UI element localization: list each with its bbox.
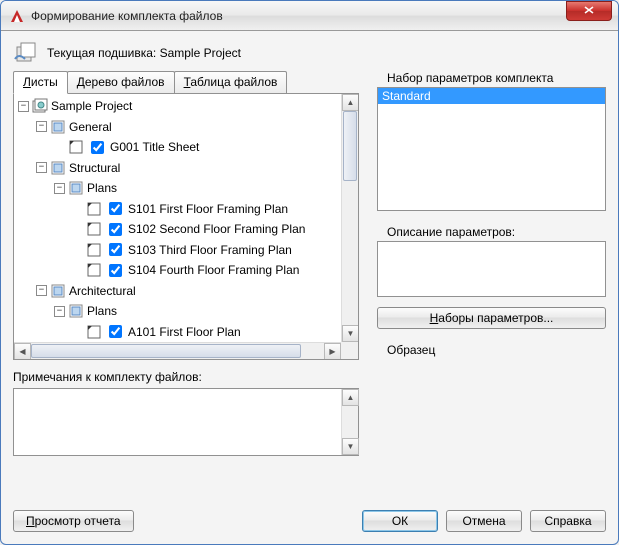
subset-icon xyxy=(50,283,66,299)
scroll-left-icon[interactable]: ◀ xyxy=(14,343,31,360)
scroll-up-icon[interactable]: ▲ xyxy=(342,94,359,111)
scroll-corner xyxy=(341,342,358,359)
notes-vscrollbar[interactable]: ▲ ▼ xyxy=(341,389,358,455)
footer: Просмотр отчета ОК Отмена Справка xyxy=(13,510,606,532)
scroll-thumb[interactable] xyxy=(343,111,357,181)
tabs: Листы Дерево файлов Таблица файлов xyxy=(13,71,359,93)
sheet-icon xyxy=(86,324,102,340)
close-icon xyxy=(584,5,594,17)
app-icon xyxy=(9,8,25,24)
page-setups-button[interactable]: Наборы параметров... xyxy=(377,307,606,329)
bundle-icon xyxy=(13,41,41,65)
tree-sheet[interactable]: A101 First Floor Plan xyxy=(72,322,341,343)
sheet-icon xyxy=(86,262,102,278)
tree-label: Sample Project xyxy=(51,99,132,113)
sheet-checkbox[interactable] xyxy=(91,141,104,154)
tree-general[interactable]: − General xyxy=(36,117,341,138)
setup-listbox[interactable]: Standard xyxy=(377,87,606,211)
header-project: Sample Project xyxy=(160,46,241,60)
tree-sheet[interactable]: S101 First Floor Framing Plan xyxy=(72,199,341,220)
tree-vscrollbar[interactable]: ▲ ▼ xyxy=(341,94,358,342)
tree-pane: − Sample Project − Gen xyxy=(13,93,359,360)
tree-root[interactable]: − Sample Project xyxy=(18,96,341,117)
scroll-down-icon[interactable]: ▼ xyxy=(342,438,359,455)
tree-label: S103 Third Floor Framing Plan xyxy=(128,243,292,257)
tree-label: G001 Title Sheet xyxy=(110,140,199,154)
tree-label: S104 Fourth Floor Framing Plan xyxy=(128,263,299,277)
subset-icon xyxy=(68,180,84,196)
tree-label: S102 Second Floor Framing Plan xyxy=(128,222,305,236)
subset-icon xyxy=(50,160,66,176)
tree-sheet[interactable]: S104 Fourth Floor Framing Plan xyxy=(72,260,341,281)
sheet-checkbox[interactable] xyxy=(109,325,122,338)
tree-hscrollbar[interactable]: ◀ ▶ xyxy=(14,342,341,359)
expander-icon[interactable]: − xyxy=(54,306,65,317)
tree-label: General xyxy=(69,120,112,134)
notes-box: ▲ ▼ xyxy=(13,388,359,456)
scroll-right-icon[interactable]: ▶ xyxy=(324,343,341,360)
cancel-button[interactable]: Отмена xyxy=(446,510,522,532)
scroll-up-icon[interactable]: ▲ xyxy=(342,389,359,406)
setup-item-selected[interactable]: Standard xyxy=(378,88,605,104)
tree-label: A101 First Floor Plan xyxy=(128,325,241,339)
sheet-icon xyxy=(68,139,84,155)
subset-icon xyxy=(50,119,66,135)
tree-label: Plans xyxy=(87,181,117,195)
tree-plans[interactable]: − Plans xyxy=(54,178,341,199)
desc-box xyxy=(377,241,606,297)
tree-label: Plans xyxy=(87,304,117,318)
sheet-checkbox[interactable] xyxy=(109,223,122,236)
tree-label: Architectural xyxy=(69,284,136,298)
tree-plans[interactable]: − Plans xyxy=(54,301,341,322)
window-title: Формирование комплекта файлов xyxy=(31,9,566,23)
sheet-checkbox[interactable] xyxy=(109,202,122,215)
tree-sheet[interactable]: S102 Second Floor Framing Plan xyxy=(72,219,341,240)
header-prefix: Текущая подшивка: xyxy=(47,46,160,60)
tree-label: S101 First Floor Framing Plan xyxy=(128,202,288,216)
sheetset-icon xyxy=(32,98,48,114)
expander-icon[interactable]: − xyxy=(36,285,47,296)
view-report-button[interactable]: Просмотр отчета xyxy=(13,510,134,532)
header-row: Текущая подшивка: Sample Project xyxy=(13,41,606,65)
desc-group-label: Описание параметров: xyxy=(384,225,518,239)
ok-button[interactable]: ОК xyxy=(362,510,438,532)
tab-sheets[interactable]: Листы xyxy=(13,71,68,94)
notes-label: Примечания к комплекту файлов: xyxy=(13,370,359,384)
header-label: Текущая подшивка: Sample Project xyxy=(47,46,241,60)
sample-group-label: Образец xyxy=(384,343,438,357)
dialog-window: Формирование комплекта файлов Текущая по… xyxy=(0,0,619,545)
tree-label: Structural xyxy=(69,161,120,175)
sheet-icon xyxy=(86,221,102,237)
sheet-icon xyxy=(86,242,102,258)
scroll-thumb[interactable] xyxy=(31,344,301,358)
sheet-checkbox[interactable] xyxy=(109,243,122,256)
expander-icon[interactable]: − xyxy=(36,162,47,173)
tree-sheet[interactable]: G001 Title Sheet xyxy=(54,137,341,158)
tree-structural[interactable]: − Structural xyxy=(36,158,341,179)
notes-textarea[interactable] xyxy=(14,389,341,455)
tree[interactable]: − Sample Project − Gen xyxy=(14,94,341,342)
expander-icon[interactable]: − xyxy=(18,101,29,112)
setup-group-label: Набор параметров комплекта xyxy=(384,71,556,85)
close-button[interactable] xyxy=(566,1,612,21)
sheet-icon xyxy=(86,201,102,217)
subset-icon xyxy=(68,303,84,319)
help-button[interactable]: Справка xyxy=(530,510,606,532)
tree-sheet[interactable]: S103 Third Floor Framing Plan xyxy=(72,240,341,261)
tab-file-table[interactable]: Таблица файлов xyxy=(174,71,288,93)
expander-icon[interactable]: − xyxy=(36,121,47,132)
titlebar[interactable]: Формирование комплекта файлов xyxy=(1,1,618,31)
tree-architectural[interactable]: − Architectural xyxy=(36,281,341,302)
sheet-checkbox[interactable] xyxy=(109,264,122,277)
expander-icon[interactable]: − xyxy=(54,183,65,194)
tab-file-tree[interactable]: Дерево файлов xyxy=(67,71,175,93)
scroll-down-icon[interactable]: ▼ xyxy=(342,325,359,342)
